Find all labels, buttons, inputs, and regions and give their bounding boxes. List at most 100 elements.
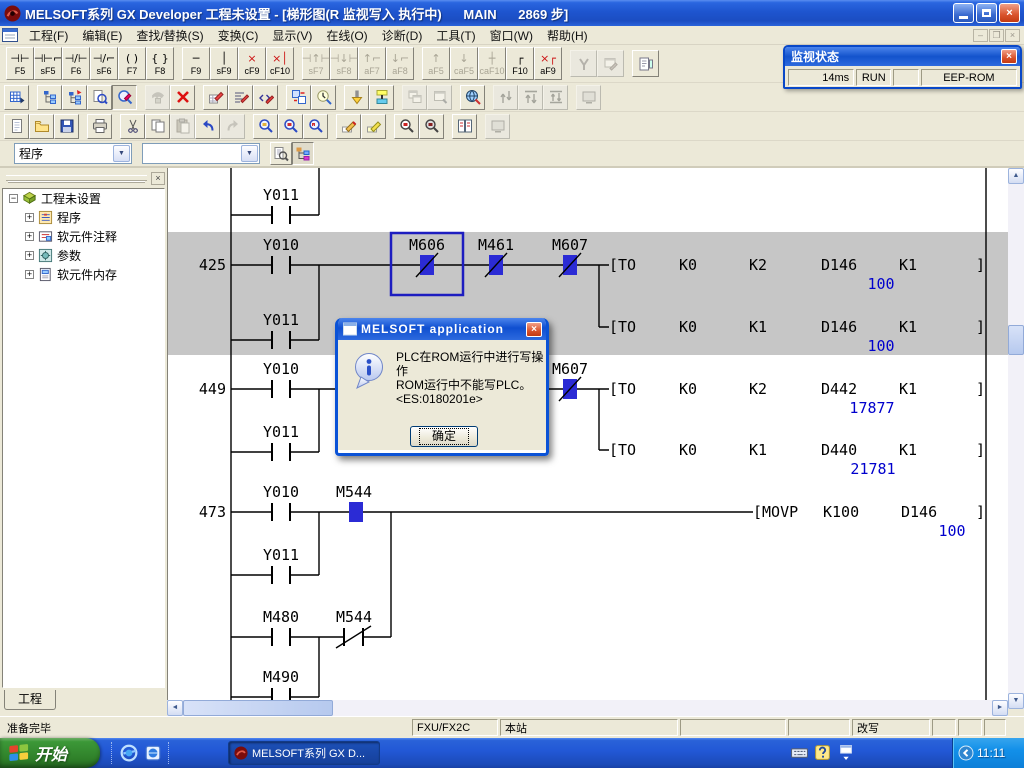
application-instruction-button[interactable]: { }F8: [146, 47, 174, 80]
monitor-status-titlebar[interactable]: 监视状态 ×: [785, 47, 1020, 66]
scroll-right-arrow[interactable]: ►: [992, 700, 1008, 716]
undo-button[interactable]: [195, 114, 220, 139]
rising-pulse-parallel-button[interactable]: ↑⌐aF7: [358, 47, 386, 80]
comment-edit-button[interactable]: [203, 85, 228, 110]
statement-edit-button[interactable]: [228, 85, 253, 110]
online-change-button[interactable]: [460, 85, 485, 110]
tree-item-parameter[interactable]: +参数: [3, 246, 164, 265]
find-device-button[interactable]: [253, 114, 278, 139]
menu-find-replace[interactable]: 查找/替换(S): [129, 25, 210, 46]
project-tree[interactable]: −工程未设置+程序+软元件注释+参数+软元件内存: [2, 188, 165, 688]
horizontal-scrollbar[interactable]: ◄ ►: [167, 700, 1008, 716]
rising-pulse-contact-button[interactable]: ⊣↑⊢sF7: [302, 47, 330, 80]
horizontal-line-button[interactable]: ─F9: [182, 47, 210, 80]
panel-close-button[interactable]: ×: [151, 172, 165, 185]
falling-pulse-parallel-button[interactable]: ↓⌐aF8: [386, 47, 414, 80]
window-cascade-button[interactable]: [402, 85, 427, 110]
coil-button[interactable]: ( )F7: [118, 47, 146, 80]
panel-grip[interactable]: [6, 175, 147, 181]
menu-convert[interactable]: 变换(C): [211, 25, 266, 46]
find-in-window-button[interactable]: [270, 142, 292, 165]
vertical-line-button[interactable]: │sF9: [210, 47, 238, 80]
save-project-button[interactable]: [54, 114, 79, 139]
menu-window[interactable]: 窗口(W): [483, 25, 540, 46]
tree-item-program[interactable]: +程序: [3, 208, 164, 227]
mdi-restore-button[interactable]: ❒: [989, 29, 1004, 42]
tray-collapse-chevron-icon[interactable]: [958, 745, 974, 761]
tree-item-device-memory[interactable]: +软元件内存: [3, 265, 164, 284]
tree-expand-box[interactable]: +: [25, 251, 34, 260]
invert-operation-button[interactable]: ┼caF10: [478, 47, 506, 80]
entry-data-monitor-button[interactable]: [518, 85, 543, 110]
internet-explorer-icon[interactable]: [120, 744, 138, 762]
chevron-down-icon[interactable]: ▼: [241, 145, 258, 162]
data-entry-tool-button[interactable]: [597, 50, 624, 77]
remote-operation-button[interactable]: [145, 85, 170, 110]
scroll-down-arrow[interactable]: ▼: [1008, 693, 1024, 709]
open-project-button[interactable]: [29, 114, 54, 139]
screen-display-button[interactable]: [576, 85, 601, 110]
vertical-scrollbar[interactable]: ▲ ▼: [1008, 168, 1024, 709]
paste-button[interactable]: [170, 114, 195, 139]
ok-button[interactable]: 确定: [410, 426, 478, 447]
project-tab[interactable]: 工程: [4, 690, 56, 710]
chevron-down-icon[interactable]: ▼: [113, 145, 130, 162]
new-project-button[interactable]: [4, 114, 29, 139]
menu-tools[interactable]: 工具(T): [429, 25, 482, 46]
find-instruction-button[interactable]: [278, 114, 303, 139]
circuit-preview-button[interactable]: [485, 114, 510, 139]
menu-project[interactable]: 工程(F): [22, 25, 75, 46]
zoom-monitor-button[interactable]: [394, 114, 419, 139]
tree-root-project[interactable]: −工程未设置: [3, 189, 164, 208]
menu-diagnostics[interactable]: 诊断(D): [375, 25, 430, 46]
vertical-scroll-thumb[interactable]: [1008, 325, 1024, 355]
find-string-button[interactable]: [303, 114, 328, 139]
monitor-write-mode-button[interactable]: [112, 85, 137, 110]
delete-all-button[interactable]: [170, 85, 195, 110]
program-exchange-button[interactable]: [286, 85, 311, 110]
horizontal-scroll-thumb[interactable]: [183, 700, 333, 716]
tree-item-device-comment[interactable]: +软元件注释: [3, 227, 164, 246]
wizard-tool-button[interactable]: [570, 50, 597, 77]
menu-help[interactable]: 帮助(H): [540, 25, 595, 46]
redo-button[interactable]: [220, 114, 245, 139]
falling-pulse-contact-button[interactable]: ⊣↓⊢sF8: [330, 47, 358, 80]
find-device-combobox[interactable]: ▼: [142, 143, 260, 164]
keyboard-icon[interactable]: [791, 744, 808, 761]
copy-button[interactable]: [145, 114, 170, 139]
project-data-list-toggle-button[interactable]: [292, 142, 314, 165]
scroll-left-arrow[interactable]: ◄: [167, 700, 183, 716]
ladder-list-toggle-button[interactable]: [4, 85, 29, 110]
scroll-up-arrow[interactable]: ▲: [1008, 168, 1024, 184]
window-open-new-button[interactable]: [427, 85, 452, 110]
monitor-status-close-button[interactable]: ×: [1001, 49, 1017, 64]
invert-result-rising-button[interactable]: ↑aF5: [422, 47, 450, 80]
ladder-editor[interactable]: Y011425Y010M606M461M607[TOK0K2D146K1]100…: [167, 168, 1008, 700]
tree-expand-box[interactable]: −: [9, 194, 18, 203]
closed-contact-button[interactable]: ⊣/⊢F6: [62, 47, 90, 80]
project-data-list-button[interactable]: [37, 85, 62, 110]
cut-button[interactable]: [120, 114, 145, 139]
tree-expand-box[interactable]: +: [25, 270, 34, 279]
tree-expand-box[interactable]: +: [25, 213, 34, 222]
menu-online[interactable]: 在线(O): [319, 25, 374, 46]
buffer-memory-monitor-button[interactable]: [543, 85, 568, 110]
delete-free-line-button[interactable]: ×┌aF9: [534, 47, 562, 80]
delete-vertical-line-button[interactable]: ×│cF10: [266, 47, 294, 80]
menu-view[interactable]: 显示(V): [265, 25, 319, 46]
open-contact-parallel-button[interactable]: ⊣⊢⌐sF5: [34, 47, 62, 80]
invert-result-falling-button[interactable]: ↓caF5: [450, 47, 478, 80]
mdi-child-icon[interactable]: [2, 28, 18, 42]
quick-launch-grip[interactable]: [111, 742, 114, 764]
closed-contact-parallel-button[interactable]: ⊣/⌐sF6: [90, 47, 118, 80]
quick-launch-grip[interactable]: [168, 742, 171, 764]
taskbar-task-button[interactable]: MELSOFT系列 GX D...: [228, 741, 380, 765]
data-kind-combobox[interactable]: 程序 ▼: [14, 143, 132, 164]
statement-display-button[interactable]: [361, 114, 386, 139]
browser-shortcut-icon[interactable]: [144, 744, 162, 762]
monitor-mode-button[interactable]: [344, 85, 369, 110]
window-split-button[interactable]: [452, 114, 477, 139]
find-window-button[interactable]: [87, 85, 112, 110]
open-contact-button[interactable]: ⊣⊢F5: [6, 47, 34, 80]
mdi-close-button[interactable]: ×: [1005, 29, 1020, 42]
